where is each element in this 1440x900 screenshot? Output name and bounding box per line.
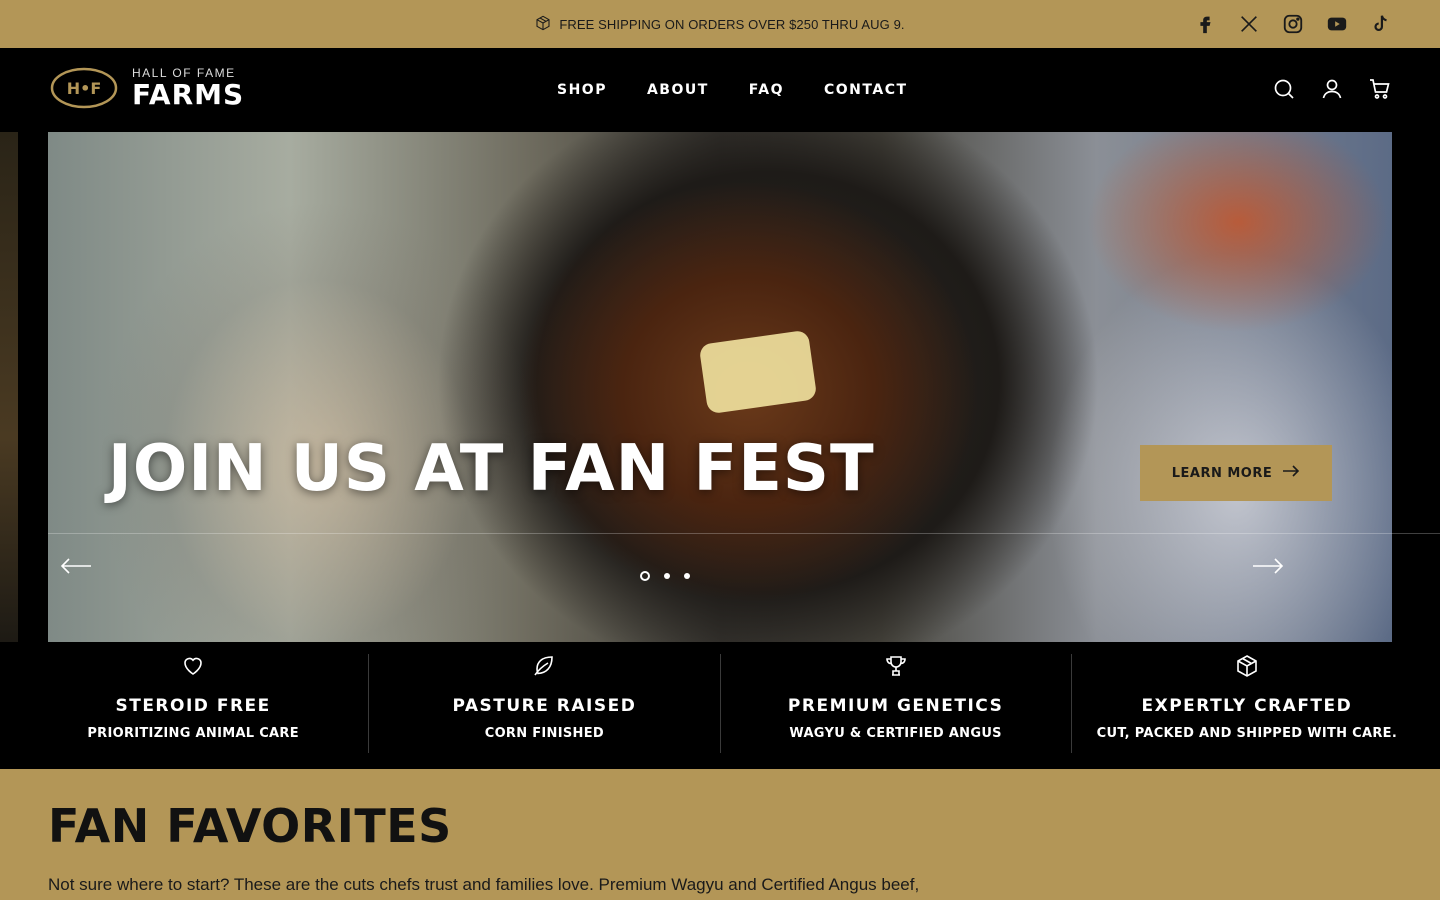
announcement-text: FREE SHIPPING ON ORDERS OVER $250 THRU A… <box>559 16 905 32</box>
site-logo[interactable]: H•F HALL OF FAME FARMS <box>50 66 244 110</box>
svg-text:H•F: H•F <box>67 79 102 98</box>
hero-player-image <box>1038 132 1392 642</box>
facebook-icon[interactable] <box>1194 12 1216 36</box>
previous-slide-peek <box>0 132 18 642</box>
next-slide-button[interactable] <box>1252 556 1284 576</box>
box-icon <box>535 15 551 34</box>
nav-about[interactable]: ABOUT <box>647 82 709 98</box>
cart-icon[interactable] <box>1368 77 1392 101</box>
learn-more-label: LEARN MORE <box>1171 465 1273 481</box>
heart-icon <box>181 654 205 678</box>
hero-family-image <box>88 202 548 642</box>
feature-pasture-raised: PASTURE RAISED CORN FINISHED <box>369 654 721 753</box>
learn-more-button[interactable]: LEARN MORE <box>1140 445 1332 501</box>
section-description: Not sure where to start? These are the c… <box>48 875 920 894</box>
hero-steak-image <box>698 329 818 415</box>
feature-steroid-free: STEROID FREE PRIORITIZING ANIMAL CARE <box>18 654 370 753</box>
instagram-icon[interactable] <box>1282 12 1304 36</box>
hero-slide: JOIN US AT FAN FEST LEARN MORE <box>48 132 1392 642</box>
nav-shop[interactable]: SHOP <box>557 82 607 98</box>
announcement-bar: FREE SHIPPING ON ORDERS OVER $250 THRU A… <box>0 0 1440 48</box>
trophy-icon <box>884 654 908 678</box>
features-strip: STEROID FREE PRIORITIZING ANIMAL CARE PA… <box>0 642 1440 769</box>
search-icon[interactable] <box>1272 77 1296 101</box>
football-logo-icon: H•F <box>50 66 118 110</box>
social-links <box>1194 12 1392 36</box>
logo-big-text: FARMS <box>132 78 245 111</box>
previous-slide-button[interactable] <box>60 556 92 576</box>
fan-favorites-section: FAN FAVORITES Not sure where to start? T… <box>0 769 1440 900</box>
slide-dots <box>640 571 690 581</box>
feature-subtitle: WAGYU & CERTIFIED ANGUS <box>789 726 1002 741</box>
main-nav: SHOP ABOUT FAQ CONTACT <box>557 48 908 132</box>
feature-expertly-crafted: EXPERTLY CRAFTED CUT, PACKED AND SHIPPED… <box>1072 654 1422 753</box>
arrow-right-icon <box>1282 464 1300 482</box>
slide-dot-1[interactable] <box>640 571 650 581</box>
slideshow-divider <box>48 533 1440 534</box>
feature-premium-genetics: PREMIUM GENETICS WAGYU & CERTIFIED ANGUS <box>721 654 1072 753</box>
feature-subtitle: PRIORITIZING ANIMAL CARE <box>87 726 299 741</box>
site-header: H•F HALL OF FAME FARMS SHOP ABOUT FAQ CO… <box>0 48 1440 132</box>
leaf-icon <box>532 654 556 678</box>
slide-dot-3[interactable] <box>684 573 690 579</box>
box-icon <box>1235 654 1259 678</box>
feature-title: STEROID FREE <box>115 696 271 716</box>
account-icon[interactable] <box>1320 77 1344 101</box>
feature-title: PASTURE RAISED <box>452 696 637 716</box>
youtube-icon[interactable] <box>1326 12 1348 36</box>
header-actions <box>1272 77 1392 101</box>
hero-slideshow: JOIN US AT FAN FEST LEARN MORE <box>0 132 1440 642</box>
x-icon[interactable] <box>1238 12 1260 36</box>
feature-subtitle: CUT, PACKED AND SHIPPED WITH CARE. <box>1096 726 1398 741</box>
section-title: FAN FAVORITES <box>48 799 452 853</box>
nav-contact[interactable]: CONTACT <box>824 82 908 98</box>
slide-dot-2[interactable] <box>664 573 670 579</box>
feature-title: PREMIUM GENETICS <box>787 696 1004 716</box>
nav-faq[interactable]: FAQ <box>749 82 784 98</box>
hero-title: JOIN US AT FAN FEST <box>108 432 875 506</box>
feature-title: EXPERTLY CRAFTED <box>1141 696 1353 716</box>
feature-subtitle: CORN FINISHED <box>484 726 604 741</box>
tiktok-icon[interactable] <box>1370 12 1392 36</box>
